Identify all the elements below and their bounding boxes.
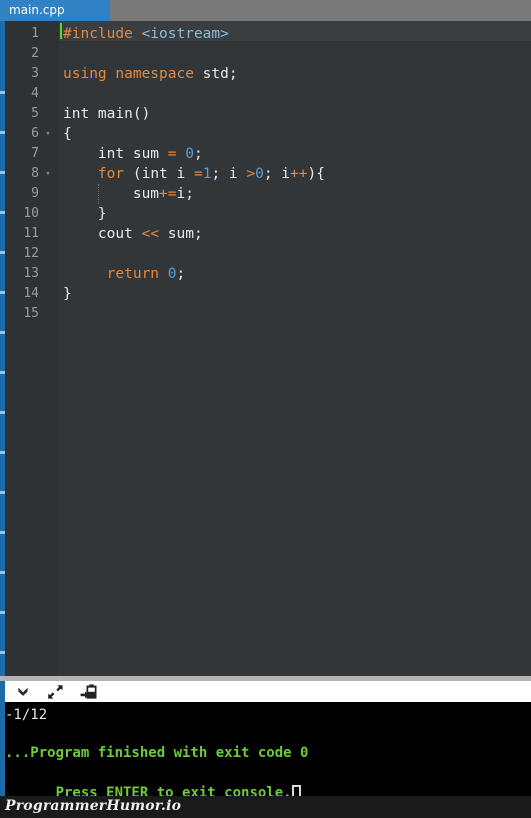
line-number-gutter: 1 2 3 4 5 6 ▾ 7 8 ▾ 9 10 11 12 13 14 15: [5, 21, 59, 676]
code-line[interactable]: #include <iostream>: [63, 24, 229, 44]
tab-bar: main.cpp: [0, 0, 531, 21]
code-token: =: [167, 146, 177, 162]
code-line[interactable]: for (int i =1; i >0; i++){: [63, 164, 325, 184]
line-number: 13: [23, 266, 39, 281]
code-line[interactable]: int sum = 0;: [63, 144, 203, 164]
text-cursor: [60, 23, 62, 39]
code-line[interactable]: return 0;: [63, 264, 186, 284]
code-token: sum: [63, 186, 160, 202]
line-number: 11: [23, 226, 39, 241]
code-token: +=: [159, 186, 177, 202]
code-token: <iostream>: [141, 26, 229, 42]
code-token: i;: [176, 186, 194, 202]
code-token: for: [97, 166, 125, 182]
save-export-icon[interactable]: [76, 681, 102, 702]
code-line[interactable]: }: [63, 204, 107, 224]
code-line[interactable]: int main(): [63, 104, 150, 124]
code-line[interactable]: using namespace std;: [63, 64, 238, 84]
code-token: (int i: [124, 166, 194, 182]
line-number: 14: [23, 286, 39, 301]
expand-arrows-icon[interactable]: [42, 681, 68, 702]
line-number: 15: [23, 306, 39, 321]
code-editor[interactable]: 1 2 3 4 5 6 ▾ 7 8 ▾ 9 10 11 12 13 14 15 #include <iostre…: [0, 21, 531, 676]
console-output-panel[interactable]: -1/12 ...Program finished with exit code…: [0, 702, 531, 796]
code-token: ;: [193, 146, 203, 162]
code-token: 0: [185, 146, 194, 162]
code-token: }: [63, 286, 72, 302]
tab-main-cpp[interactable]: main.cpp: [0, 0, 110, 21]
console-output-line-2: Press ENTER to exit console.: [5, 763, 301, 796]
line-number: 5: [31, 106, 39, 121]
code-token: return: [106, 266, 160, 282]
code-token: std;: [193, 66, 238, 82]
code-token: #include: [63, 26, 133, 42]
code-token: >: [246, 166, 256, 182]
code-content-area[interactable]: #include <iostream> using namespace std; i…: [59, 21, 531, 676]
code-token: sum;: [159, 226, 203, 242]
code-token: <<: [141, 226, 160, 242]
line-number: 10: [23, 206, 39, 221]
console-output-line-1: ...Program finished with exit code 0: [5, 745, 309, 761]
console-toolbar: [0, 681, 531, 702]
line-number: 2: [31, 46, 39, 61]
code-line[interactable]: }: [63, 284, 72, 304]
line-number: 12: [23, 246, 39, 261]
code-fold-toggle-icon[interactable]: ▾: [43, 124, 53, 144]
code-token: cout: [63, 226, 142, 242]
code-token: ; i: [263, 166, 291, 182]
console-status-line: -1/12: [5, 707, 48, 723]
console-output-line-2-text: Press ENTER to exit console.: [55, 785, 292, 796]
code-token: ; i: [211, 166, 247, 182]
line-number: 3: [31, 66, 39, 81]
line-number: 9: [31, 186, 39, 201]
line-number: 6: [31, 126, 39, 141]
code-token: 0: [167, 266, 177, 282]
watermark-text: ProgrammerHumor.io: [5, 798, 182, 814]
code-fold-toggle-icon[interactable]: ▾: [43, 164, 53, 184]
line-number: 1: [31, 26, 39, 41]
line-number: 4: [31, 86, 39, 101]
code-line[interactable]: sum+=i;: [63, 184, 194, 204]
watermark-bar: ProgrammerHumor.io: [0, 796, 531, 818]
code-token: int sum: [63, 146, 168, 162]
code-token: {: [63, 126, 72, 142]
code-line[interactable]: cout << sum;: [63, 224, 203, 244]
code-token: }: [63, 206, 107, 222]
code-token: 0: [255, 166, 264, 182]
code-token: using namespace: [63, 66, 194, 82]
code-token: =: [193, 166, 203, 182]
indent-guide: [97, 184, 99, 204]
chevron-down-icon[interactable]: [10, 681, 36, 702]
toolbar-rail: [0, 681, 5, 702]
code-token: int main(): [63, 106, 151, 122]
console-block-cursor: [291, 785, 301, 796]
code-token: ){: [307, 166, 325, 182]
ide-window: main.cpp 1 2 3 4 5 6 ▾ 7 8 ▾ 9 10 11 12 13 14 15 #includ…: [0, 0, 531, 818]
line-number: 7: [31, 146, 39, 161]
line-number: 8: [31, 166, 39, 181]
code-token: ++: [290, 166, 308, 182]
code-line[interactable]: {: [63, 124, 72, 144]
code-token: ;: [176, 266, 186, 282]
